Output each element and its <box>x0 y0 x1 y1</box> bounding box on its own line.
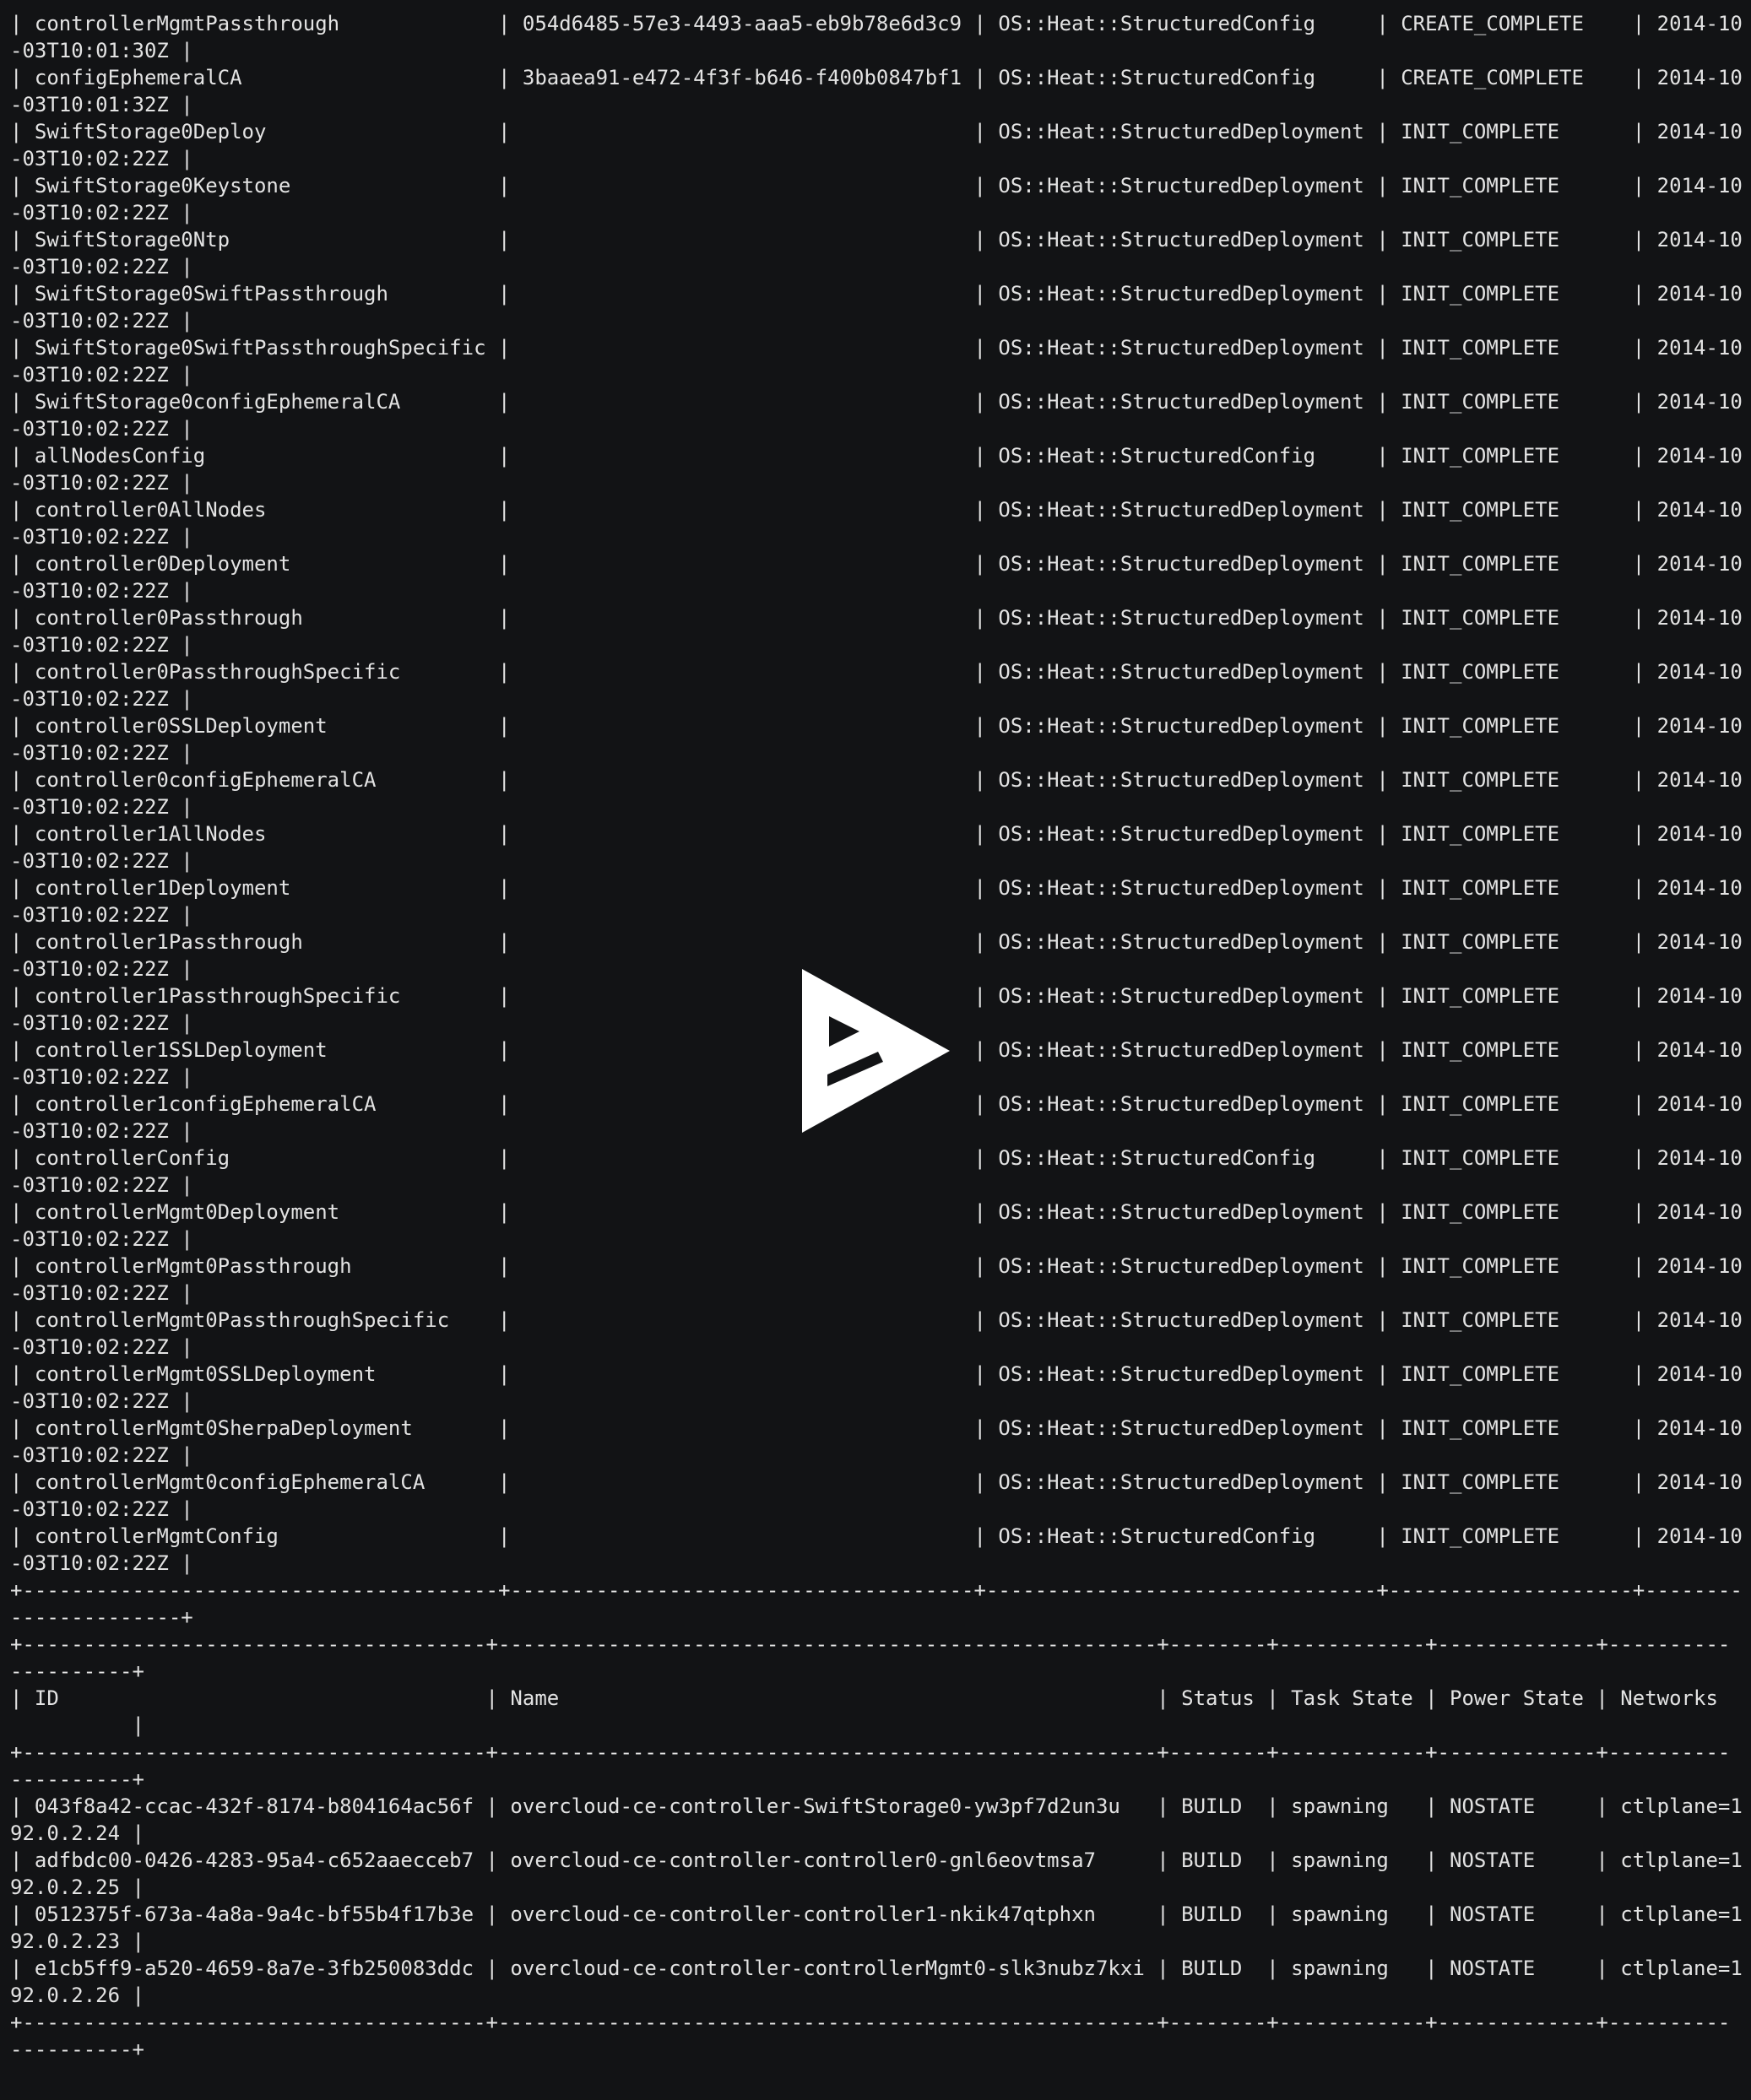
asciinema-play-icon <box>802 969 950 1133</box>
terminal-line: -03T10:02:22Z | <box>10 633 193 657</box>
terminal-line: -03T10:02:22Z | <box>10 903 193 927</box>
terminal-line: -03T10:02:22Z | <box>10 1551 193 1575</box>
terminal-line: | controller0SSLDeployment | | OS::Heat:… <box>10 714 1743 738</box>
terminal-line: -03T10:02:22Z | <box>10 471 193 495</box>
terminal-line: -03T10:02:22Z | <box>10 201 193 225</box>
terminal-line: --------------+ <box>10 1605 193 1629</box>
terminal-line: -03T10:02:22Z | <box>10 1173 193 1197</box>
terminal-line: | controller1Passthrough | | OS::Heat::S… <box>10 930 1743 954</box>
terminal-line: -03T10:01:32Z | <box>10 93 193 116</box>
terminal-line: | configEphemeralCA | 3baaea91-e472-4f3f… <box>10 66 1743 89</box>
terminal-line: | SwiftStorage0configEphemeralCA | | OS:… <box>10 390 1743 414</box>
terminal-line: | controller0PassthroughSpecific | | OS:… <box>10 660 1743 684</box>
terminal-line: | controllerMgmt0Deployment | | OS::Heat… <box>10 1200 1743 1224</box>
terminal-line: -03T10:02:22Z | <box>10 687 193 711</box>
terminal-line: ----------+ <box>10 2038 144 2061</box>
terminal-line: -03T10:02:22Z | <box>10 795 193 819</box>
terminal-line: +--------------------------------------+… <box>10 1740 1731 1764</box>
terminal-line: ----------+ <box>10 1659 144 1683</box>
terminal-line: 92.0.2.23 | <box>10 1930 144 1953</box>
terminal-line: | controller0Passthrough | | OS::Heat::S… <box>10 606 1743 630</box>
terminal-line: | controllerMgmtPassthrough | 054d6485-5… <box>10 12 1743 35</box>
play-button[interactable] <box>802 969 950 1133</box>
terminal-line: | allNodesConfig | | OS::Heat::Structure… <box>10 444 1743 468</box>
terminal-line: -03T10:02:22Z | <box>10 849 193 873</box>
terminal-line: | 0512375f-673a-4a8a-9a4c-bf55b4f17b3e |… <box>10 1902 1743 1926</box>
terminal-line: | 043f8a42-ccac-432f-8174-b804164ac56f |… <box>10 1794 1743 1818</box>
terminal-line: -03T10:02:22Z | <box>10 579 193 603</box>
terminal-line: | SwiftStorage0Keystone | | OS::Heat::St… <box>10 174 1743 198</box>
terminal-line: -03T10:02:22Z | <box>10 1443 193 1467</box>
terminal-line: | SwiftStorage0SwiftPassthrough | | OS::… <box>10 282 1743 306</box>
terminal-line: -03T10:02:22Z | <box>10 741 193 765</box>
terminal-line: | ID | Name | Status | Task State | Powe… <box>10 1686 1718 1710</box>
terminal-line: -03T10:02:22Z | <box>10 1389 193 1413</box>
terminal-line: | controllerMgmt0PassthroughSpecific | |… <box>10 1308 1743 1332</box>
terminal-line: -03T10:02:22Z | <box>10 1497 193 1521</box>
terminal-line: -03T10:02:22Z | <box>10 1281 193 1305</box>
terminal-line: +--------------------------------------+… <box>10 2011 1731 2034</box>
terminal-line: -03T10:02:22Z | <box>10 147 193 170</box>
terminal-line: +--------------------------------------+… <box>10 1632 1731 1656</box>
terminal-line: 92.0.2.25 | <box>10 1875 144 1899</box>
terminal-line: | controllerMgmt0configEphemeralCA | | O… <box>10 1470 1743 1494</box>
terminal-line: -03T10:02:22Z | <box>10 417 193 441</box>
terminal-line: | controllerMgmt0SherpaDeployment | | OS… <box>10 1416 1743 1440</box>
terminal-line: -03T10:02:22Z | <box>10 1227 193 1251</box>
terminal-line: -03T10:02:22Z | <box>10 309 193 333</box>
terminal-line: | SwiftStorage0Deploy | | OS::Heat::Stru… <box>10 120 1743 143</box>
terminal-line: ----------+ <box>10 1767 144 1791</box>
terminal-line: -03T10:01:30Z | <box>10 39 193 62</box>
terminal-line: | SwiftStorage0Ntp | | OS::Heat::Structu… <box>10 228 1743 252</box>
terminal-line: | controller0configEphemeralCA | | OS::H… <box>10 768 1743 792</box>
terminal-line: | controllerMgmt0Passthrough | | OS::Hea… <box>10 1254 1743 1278</box>
terminal-line: | SwiftStorage0SwiftPassthroughSpecific … <box>10 336 1743 360</box>
terminal-line: | controller1AllNodes | | OS::Heat::Stru… <box>10 822 1743 846</box>
terminal-line: | controllerMgmtConfig | | OS::Heat::Str… <box>10 1524 1743 1548</box>
terminal-line: | <box>10 1713 144 1737</box>
terminal-line: | controller1Deployment | | OS::Heat::St… <box>10 876 1743 900</box>
terminal-line: 92.0.2.26 | <box>10 1984 144 2007</box>
terminal-line: | e1cb5ff9-a520-4659-8a7e-3fb250083ddc |… <box>10 1957 1743 1980</box>
terminal-line: +---------------------------------------… <box>10 1578 1743 1602</box>
terminal-line: -03T10:02:22Z | <box>10 363 193 387</box>
terminal-line: | controllerMgmt0SSLDeployment | | OS::H… <box>10 1362 1743 1386</box>
terminal-line: | controller0AllNodes | | OS::Heat::Stru… <box>10 498 1743 522</box>
terminal-line: 92.0.2.24 | <box>10 1821 144 1845</box>
terminal-line: -03T10:02:22Z | <box>10 1335 193 1359</box>
terminal-line: -03T10:02:22Z | <box>10 525 193 549</box>
terminal-line: | controllerConfig | | OS::Heat::Structu… <box>10 1146 1743 1170</box>
terminal-line: | adfbdc00-0426-4283-95a4-c652aaecceb7 |… <box>10 1848 1743 1872</box>
terminal-line: -03T10:02:22Z | <box>10 255 193 279</box>
terminal-line: | controller0Deployment | | OS::Heat::St… <box>10 552 1743 576</box>
